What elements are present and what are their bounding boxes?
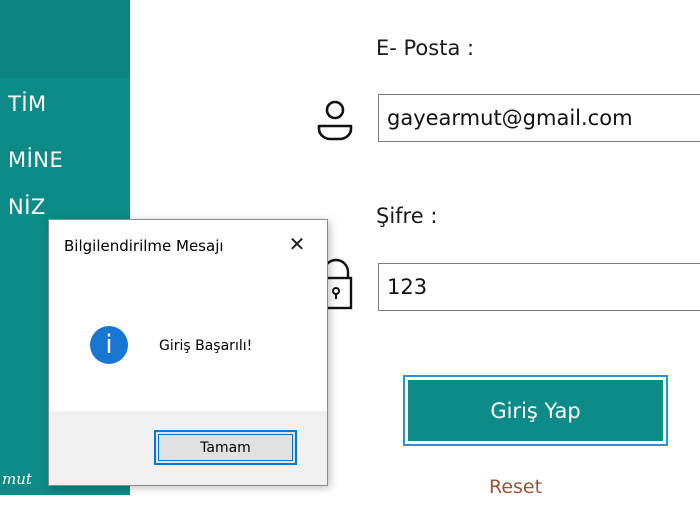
ok-button[interactable]: Tamam [154, 430, 297, 465]
email-input[interactable]: gayearmut@gmail.com [378, 94, 700, 142]
ok-button-label: Tamam [158, 434, 293, 461]
dialog-title: Bilgilendirilme Mesajı [64, 237, 224, 255]
close-icon[interactable]: ✕ [285, 232, 309, 256]
message-dialog: Bilgilendirilme Mesajı ✕ i Giriş Başarıl… [48, 219, 328, 486]
dialog-message: Giriş Başarılı! [159, 338, 253, 354]
panel-text-line-1: TİM [8, 92, 47, 116]
password-input[interactable]: 123 [378, 263, 700, 311]
panel-text-line-3: NİZ [8, 195, 46, 219]
dialog-footer: Tamam [49, 411, 327, 485]
panel-text-line-2: MİNE [8, 148, 64, 172]
password-label: Şifre : [376, 204, 438, 228]
login-button-label: Giriş Yap [408, 380, 663, 441]
panel-footer-text: mut [2, 470, 32, 488]
user-icon [315, 96, 355, 147]
side-panel-band [0, 0, 130, 78]
reset-link[interactable]: Reset [489, 476, 542, 498]
email-label: E- Posta : [376, 36, 475, 60]
login-button[interactable]: Giriş Yap [403, 375, 668, 446]
info-icon: i [90, 326, 128, 364]
